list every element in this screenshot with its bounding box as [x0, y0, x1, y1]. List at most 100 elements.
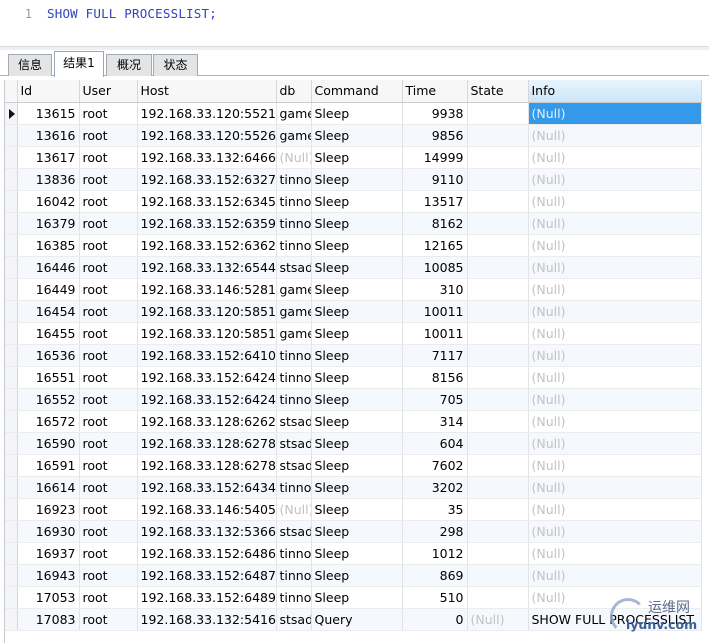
cell-user[interactable]: root: [79, 542, 138, 565]
cell-time[interactable]: 10011: [402, 322, 468, 345]
cell-info[interactable]: (Null): [528, 366, 702, 389]
row-indicator[interactable]: [5, 564, 18, 587]
cell-state[interactable]: [467, 256, 529, 279]
cell-command[interactable]: Sleep: [311, 564, 403, 587]
cell-host[interactable]: 192.168.33.152:63622: [137, 234, 277, 257]
cell-id[interactable]: 13615: [17, 102, 80, 125]
row-indicator[interactable]: [5, 212, 18, 235]
cell-user[interactable]: root: [79, 190, 138, 213]
cell-id[interactable]: 13836: [17, 168, 80, 191]
cell-db[interactable]: stsads: [276, 432, 312, 455]
cell-host[interactable]: 192.168.33.120:58511: [137, 322, 277, 345]
cell-command[interactable]: Sleep: [311, 190, 403, 213]
tab-result1[interactable]: 结果1: [54, 51, 104, 77]
cell-host[interactable]: 192.168.33.152:64243: [137, 366, 277, 389]
cell-db[interactable]: stsads: [276, 454, 312, 477]
row-indicator[interactable]: [5, 476, 18, 499]
cell-command[interactable]: Sleep: [311, 168, 403, 191]
table-row[interactable]: 16446root192.168.33.132:65445stsadsSleep…: [5, 256, 702, 279]
cell-info[interactable]: (Null): [528, 300, 702, 323]
cell-host[interactable]: 192.168.33.152:64897: [137, 586, 277, 609]
row-indicator[interactable]: [5, 410, 18, 433]
table-row[interactable]: 16590root192.168.33.128:62785stsadsSleep…: [5, 432, 702, 455]
cell-info[interactable]: (Null): [528, 124, 702, 147]
cell-id[interactable]: 16552: [17, 388, 80, 411]
row-indicator[interactable]: [5, 542, 18, 565]
table-row[interactable]: 16379root192.168.33.152:63592tinnocSleep…: [5, 212, 702, 235]
cell-id[interactable]: 17053: [17, 586, 80, 609]
cell-host[interactable]: 192.168.33.128:62627: [137, 410, 277, 433]
cell-user[interactable]: root: [79, 498, 138, 521]
cell-host[interactable]: 192.168.33.146:54051: [137, 498, 277, 521]
cell-info[interactable]: (Null): [528, 542, 702, 565]
cell-db[interactable]: game: [276, 102, 312, 125]
tab-status[interactable]: 状态: [153, 54, 198, 76]
cell-info[interactable]: (Null): [528, 498, 702, 521]
tab-info[interactable]: 信息: [8, 54, 52, 76]
cell-db[interactable]: game: [276, 300, 312, 323]
row-indicator[interactable]: [5, 256, 18, 279]
cell-time[interactable]: 9938: [402, 102, 468, 125]
row-indicator[interactable]: [5, 234, 18, 257]
table-row[interactable]: 16614root192.168.33.152:64348tinnocSleep…: [5, 476, 702, 499]
cell-time[interactable]: 314: [402, 410, 468, 433]
cell-id[interactable]: 16591: [17, 454, 80, 477]
cell-db[interactable]: game: [276, 278, 312, 301]
cell-db[interactable]: tinnoc: [276, 168, 312, 191]
table-row[interactable]: 13617 root 192.168.33.132:64664 (Null) Sleep…: [5, 146, 702, 169]
cell-user[interactable]: root: [79, 124, 138, 147]
cell-info[interactable]: (Null): [528, 278, 702, 301]
table-row[interactable]: 16454root192.168.33.120:58510gameSleep10…: [5, 300, 702, 323]
cell-time[interactable]: 14999: [402, 146, 468, 169]
cell-db[interactable]: tinnoc: [276, 476, 312, 499]
cell-host[interactable]: 192.168.33.152:64244: [137, 388, 277, 411]
cell-db[interactable]: stsads: [276, 608, 312, 631]
cell-user[interactable]: root: [79, 388, 138, 411]
cell-state[interactable]: [467, 146, 529, 169]
cell-time[interactable]: 13517: [402, 190, 468, 213]
cell-info[interactable]: (Null): [528, 190, 702, 213]
cell-state[interactable]: [467, 542, 529, 565]
cell-state[interactable]: [467, 498, 529, 521]
cell-db[interactable]: game: [276, 124, 312, 147]
cell-host[interactable]: 192.168.33.120:55217: [137, 102, 277, 125]
cell-state[interactable]: [467, 564, 529, 587]
cell-command[interactable]: Query: [311, 608, 403, 631]
cell-user[interactable]: root: [79, 146, 138, 169]
table-row[interactable]: 16923 root 192.168.33.146:54051 (Null) Sleep…: [5, 498, 702, 521]
cell-host[interactable]: 192.168.33.132:64664: [137, 146, 277, 169]
cell-command[interactable]: Sleep: [311, 278, 403, 301]
cell-host[interactable]: 192.168.33.152:63272: [137, 168, 277, 191]
cell-state[interactable]: [467, 190, 529, 213]
cell-state[interactable]: [467, 102, 529, 125]
cell-user[interactable]: root: [79, 322, 138, 345]
row-indicator[interactable]: [5, 586, 18, 609]
cell-info[interactable]: (Null): [528, 256, 702, 279]
cell-time[interactable]: 3202: [402, 476, 468, 499]
cell-db[interactable]: tinnoc: [276, 366, 312, 389]
cell-state[interactable]: [467, 432, 529, 455]
table-row[interactable]: 16551root192.168.33.152:64243tinnocSleep…: [5, 366, 702, 389]
cell-id[interactable]: 16042: [17, 190, 80, 213]
cell-db[interactable]: tinnoc: [276, 212, 312, 235]
cell-host[interactable]: 192.168.33.152:64348: [137, 476, 277, 499]
cell-user[interactable]: root: [79, 586, 138, 609]
cell-id[interactable]: 13616: [17, 124, 80, 147]
cell-user[interactable]: root: [79, 278, 138, 301]
row-indicator[interactable]: [5, 608, 18, 631]
cell-state[interactable]: [467, 344, 529, 367]
cell-state[interactable]: [467, 410, 529, 433]
row-indicator[interactable]: [5, 498, 18, 521]
cell-host[interactable]: 192.168.33.132:65445: [137, 256, 277, 279]
cell-info[interactable]: (Null): [528, 212, 702, 235]
cell-id[interactable]: 16446: [17, 256, 80, 279]
cell-command[interactable]: Sleep: [311, 146, 403, 169]
cell-state[interactable]: [467, 454, 529, 477]
table-row[interactable]: 16042root192.168.33.152:63458tinnocSleep…: [5, 190, 702, 213]
cell-time[interactable]: 10085: [402, 256, 468, 279]
table-row[interactable]: 16572root192.168.33.128:62627stsadsSleep…: [5, 410, 702, 433]
cell-db[interactable]: tinnoc: [276, 564, 312, 587]
cell-command[interactable]: Sleep: [311, 454, 403, 477]
table-row[interactable]: 13615root192.168.33.120:55217gameSleep99…: [5, 102, 702, 125]
cell-command[interactable]: Sleep: [311, 410, 403, 433]
